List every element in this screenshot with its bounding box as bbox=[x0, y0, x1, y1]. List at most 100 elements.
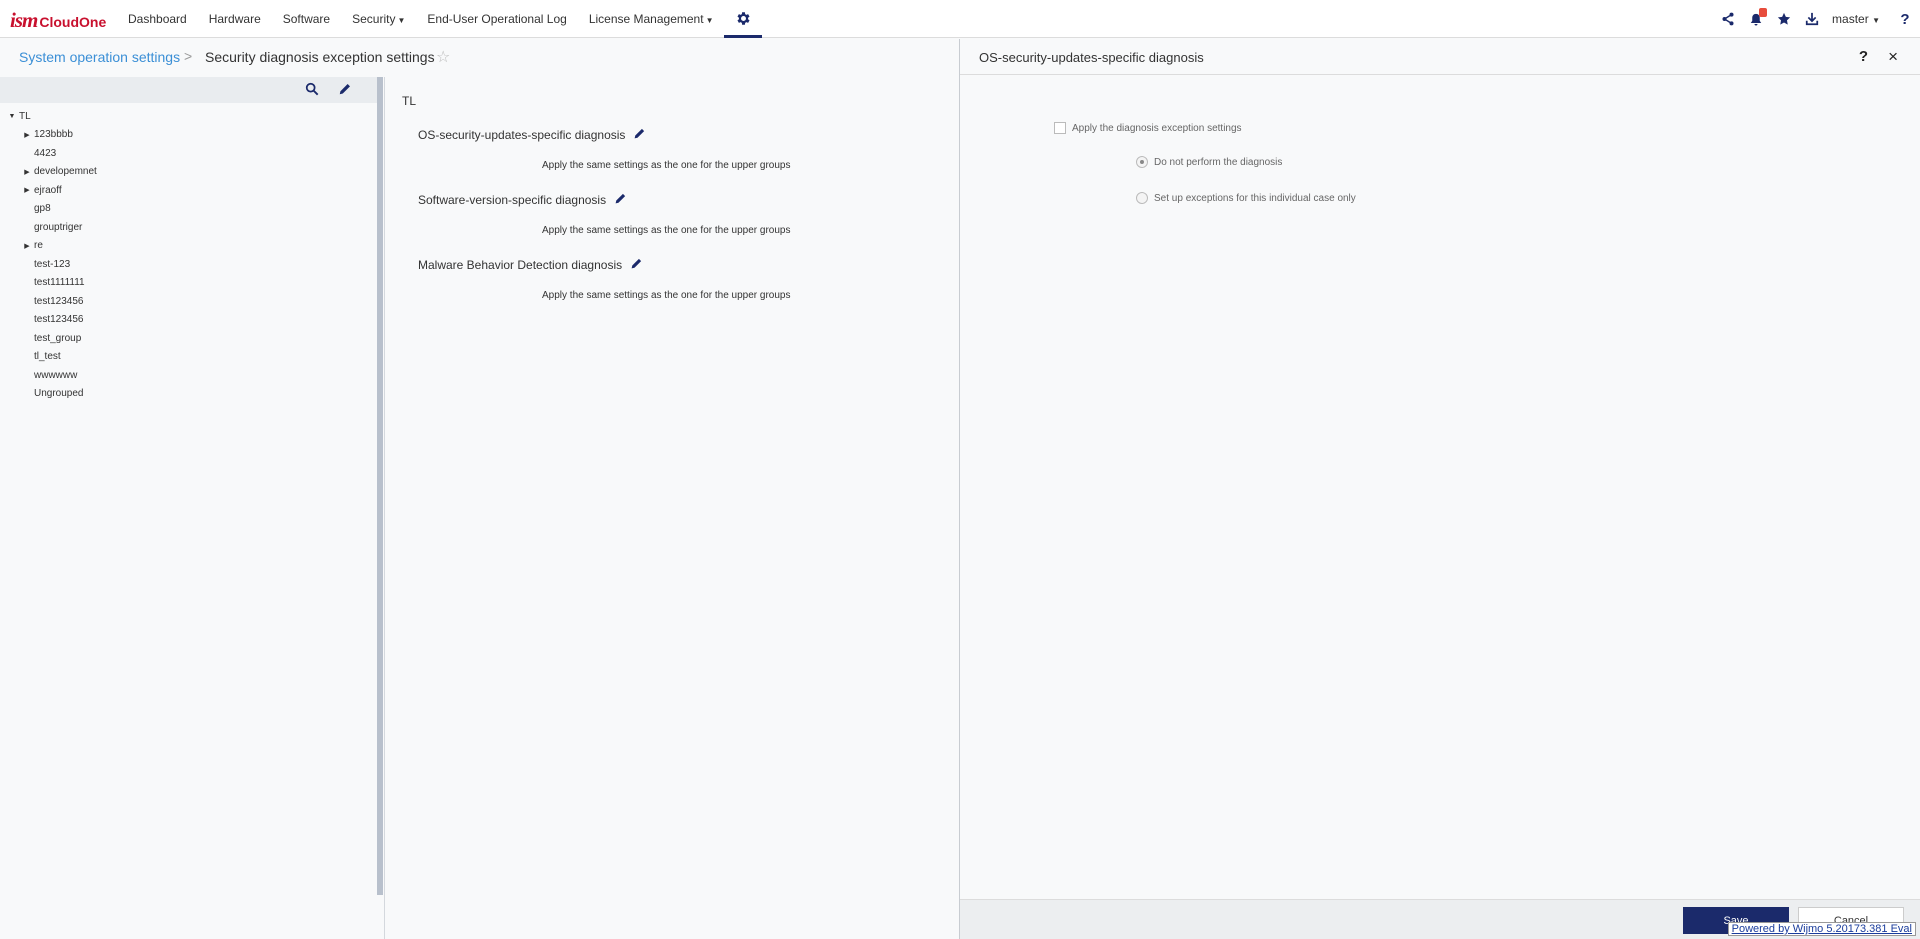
tree-node[interactable]: Ungrouped bbox=[0, 385, 377, 404]
tree-node-label: re bbox=[34, 240, 43, 252]
tree-node[interactable]: ▶ re bbox=[0, 237, 377, 256]
favorites-button[interactable] bbox=[1770, 0, 1798, 38]
radio-do-not-perform[interactable]: Do not perform the diagnosis bbox=[1136, 156, 1282, 168]
gear-icon bbox=[737, 12, 750, 25]
collapsed-triangle-icon[interactable]: ▶ bbox=[22, 242, 32, 250]
wijmo-watermark-link[interactable]: Powered by Wijmo 5.20173.381 Eval bbox=[1727, 922, 1916, 936]
checkbox-label: Apply the diagnosis exception settings bbox=[1072, 122, 1242, 134]
tree-node[interactable]: gp8 bbox=[0, 200, 377, 219]
tree-search-button[interactable] bbox=[305, 82, 321, 98]
tree-node[interactable]: test123456 bbox=[0, 311, 377, 330]
notifications-button[interactable] bbox=[1742, 0, 1770, 38]
panel-splitter[interactable] bbox=[377, 77, 383, 895]
diagnosis-setting-text: Apply the same settings as the one for t… bbox=[542, 160, 791, 171]
download-button[interactable] bbox=[1798, 0, 1826, 38]
group-tree-panel: ▼ TL ▶ 123bbbb 4423 ▶ developemnet ▶ ejraoff gp… bbox=[0, 77, 377, 939]
tree-node[interactable]: test1111111 bbox=[0, 274, 377, 293]
nav-end-user-operational-log[interactable]: End-User Operational Log bbox=[416, 0, 577, 38]
tree-node[interactable]: grouptriger bbox=[0, 218, 377, 237]
favorite-star-icon[interactable]: ☆ bbox=[436, 47, 450, 67]
panel-header: OS-security-updates-specific diagnosis ?… bbox=[960, 39, 1920, 75]
tree-node-root[interactable]: ▼ TL bbox=[0, 107, 377, 126]
tree-node-label: TL bbox=[19, 110, 31, 122]
nav-security[interactable]: Security ▼ bbox=[341, 0, 416, 38]
tree-node-label: 4423 bbox=[34, 147, 57, 159]
caret-down-icon: ▼ bbox=[705, 16, 714, 25]
page-title: Security diagnosis exception settings bbox=[205, 49, 435, 65]
collapsed-triangle-icon[interactable]: ▶ bbox=[22, 186, 32, 194]
star-icon bbox=[1777, 12, 1791, 25]
diagnosis-malware-behavior: Malware Behavior Detection diagnosis bbox=[418, 257, 643, 273]
nav-dashboard[interactable]: Dashboard bbox=[117, 0, 198, 38]
apply-exception-settings-option[interactable]: Apply the diagnosis exception settings bbox=[1054, 122, 1242, 134]
tree-node-label: test123456 bbox=[34, 295, 84, 307]
nav-license-management[interactable]: License Management ▼ bbox=[578, 0, 725, 38]
diagnosis-title: Malware Behavior Detection diagnosis bbox=[418, 258, 623, 272]
collapsed-triangle-icon[interactable]: ▶ bbox=[22, 131, 32, 139]
selected-group-title: TL bbox=[402, 94, 417, 108]
tree-node-label: grouptriger bbox=[34, 221, 83, 233]
diagnosis-os-security-updates: OS-security-updates-specific diagnosis bbox=[418, 127, 646, 143]
logo-cloudone-text: CloudOne bbox=[39, 14, 107, 30]
tree-node[interactable]: ▶ developemnet bbox=[0, 163, 377, 182]
tree-node[interactable]: wwwwww bbox=[0, 366, 377, 385]
tree-node-label: test-123 bbox=[34, 258, 71, 270]
main-nav: Dashboard Hardware Software Security ▼ En… bbox=[117, 0, 763, 38]
notification-badge bbox=[1759, 8, 1768, 17]
chevron-right-icon: > bbox=[184, 48, 193, 64]
collapsed-triangle-icon[interactable]: ▶ bbox=[22, 168, 32, 176]
tree-node[interactable]: test-123 bbox=[0, 255, 377, 274]
search-icon bbox=[305, 82, 319, 96]
tree-node[interactable]: tl_test bbox=[0, 348, 377, 367]
top-navigation-bar: ism CloudOne Dashboard Hardware Software… bbox=[0, 0, 1920, 38]
download-icon bbox=[1805, 12, 1819, 26]
diagnosis-setting-text: Apply the same settings as the one for t… bbox=[542, 290, 791, 301]
edit-malware-diagnosis-button[interactable] bbox=[630, 257, 643, 273]
radio-button-selected[interactable] bbox=[1136, 156, 1148, 168]
tree-node-label: developemnet bbox=[34, 166, 97, 178]
panel-title: OS-security-updates-specific diagnosis bbox=[979, 50, 1204, 65]
share-button[interactable] bbox=[1714, 0, 1742, 38]
tree-node-label: 123bbbb bbox=[34, 129, 73, 141]
apply-exception-checkbox[interactable] bbox=[1054, 122, 1066, 134]
tree-node-label: ejraoff bbox=[34, 184, 62, 196]
diagnosis-settings-panel: TL OS-security-updates-specific diagnosi… bbox=[384, 77, 958, 939]
breadcrumb: System operation settings > Security dia… bbox=[0, 39, 958, 76]
diagnosis-detail-panel: OS-security-updates-specific diagnosis ?… bbox=[959, 39, 1920, 939]
tree-node[interactable]: test123456 bbox=[0, 292, 377, 311]
diagnosis-title: Software-version-specific diagnosis bbox=[418, 193, 607, 207]
tree-node[interactable]: test_group bbox=[0, 329, 377, 348]
tree-node-label: test1111111 bbox=[34, 277, 85, 289]
radio-button[interactable] bbox=[1136, 192, 1148, 204]
radio-individual-exceptions[interactable]: Set up exceptions for this individual ca… bbox=[1136, 192, 1356, 204]
diagnosis-setting-text: Apply the same settings as the one for t… bbox=[542, 225, 791, 236]
help-button[interactable]: ? bbox=[1890, 11, 1920, 28]
tree-node[interactable]: ▶ 123bbbb bbox=[0, 126, 377, 145]
radio-label: Do not perform the diagnosis bbox=[1154, 156, 1283, 168]
user-menu[interactable]: master ▼ bbox=[1826, 12, 1890, 26]
app-logo[interactable]: ism CloudOne bbox=[10, 8, 107, 32]
caret-down-icon: ▼ bbox=[1872, 16, 1880, 25]
edit-os-security-diagnosis-button[interactable] bbox=[633, 127, 646, 143]
pencil-icon bbox=[339, 84, 350, 95]
edit-software-version-diagnosis-button[interactable] bbox=[614, 192, 627, 208]
nav-hardware[interactable]: Hardware bbox=[198, 0, 272, 38]
share-icon bbox=[1722, 12, 1734, 26]
close-icon[interactable]: × bbox=[1888, 47, 1898, 67]
expanded-triangle-icon[interactable]: ▼ bbox=[7, 113, 17, 120]
panel-help-button[interactable]: ? bbox=[1859, 48, 1868, 65]
nav-software[interactable]: Software bbox=[272, 0, 341, 38]
tree-edit-button[interactable] bbox=[338, 82, 354, 98]
tree-node-label: gp8 bbox=[34, 203, 51, 215]
tree-node-label: tl_test bbox=[34, 351, 61, 363]
breadcrumb-system-operation-settings[interactable]: System operation settings bbox=[19, 49, 180, 65]
header-actions: master ▼ ? bbox=[1714, 0, 1920, 38]
tree-toolbar bbox=[0, 77, 377, 103]
caret-down-icon: ▼ bbox=[397, 16, 406, 25]
pencil-icon bbox=[615, 193, 626, 204]
nav-system-settings[interactable] bbox=[724, 0, 763, 38]
tree-node[interactable]: ▶ ejraoff bbox=[0, 181, 377, 200]
tree-node[interactable]: 4423 bbox=[0, 144, 377, 163]
pencil-icon bbox=[631, 258, 642, 269]
pencil-icon bbox=[635, 128, 645, 139]
